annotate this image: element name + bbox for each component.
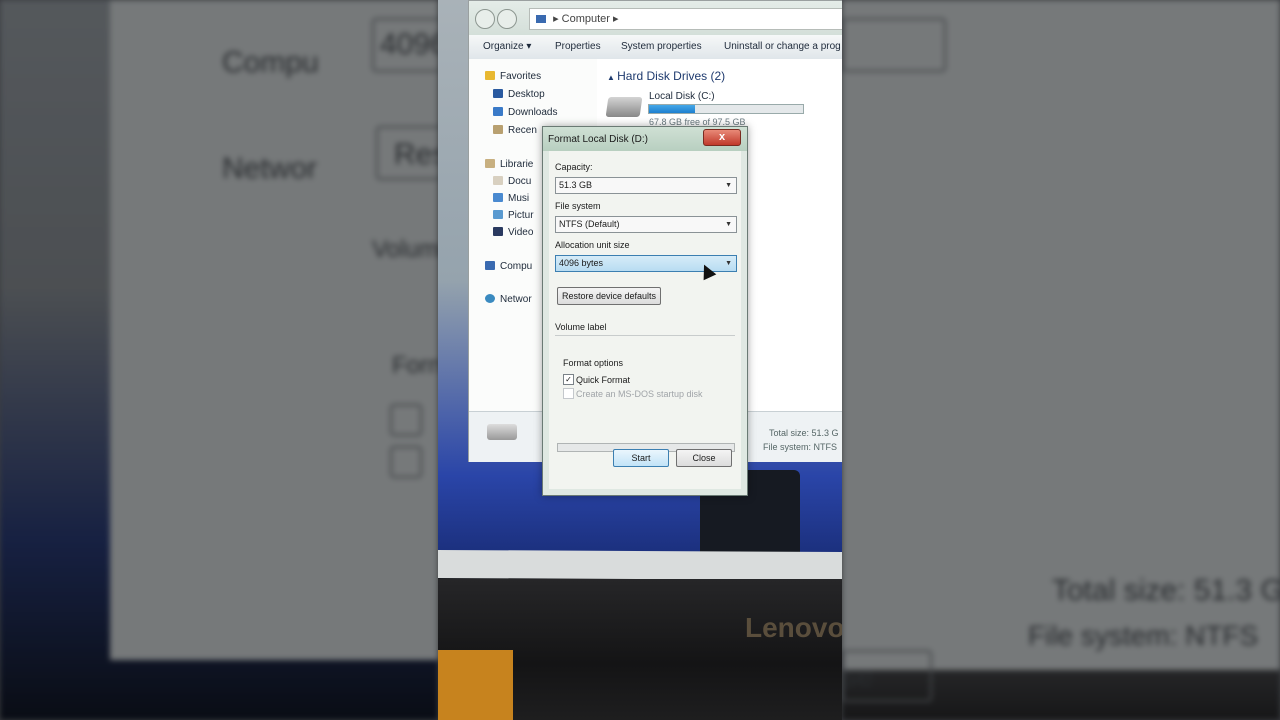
organize-button[interactable]: Organize ▾ <box>483 41 531 52</box>
explorer-toolbar: Organize ▾ Properties System properties … <box>469 35 842 60</box>
breadcrumb-separator: ▸ <box>553 13 562 25</box>
breadcrumb-computer[interactable]: Computer <box>562 13 610 25</box>
msdos-label: Create an MS-DOS startup disk <box>576 389 703 399</box>
volume-label-caption: Volume label <box>555 322 607 332</box>
hard-drive-icon <box>605 97 643 117</box>
dialog-title: Format Local Disk (D:) <box>548 134 649 145</box>
filesystem-label: File system <box>555 201 601 211</box>
dialog-titlebar: Format Local Disk (D:) x <box>543 127 747 151</box>
properties-button[interactable]: Properties <box>555 41 601 52</box>
videos-icon <box>493 227 503 236</box>
bg-shade <box>842 0 1280 720</box>
hard-drive-icon <box>487 424 517 440</box>
filesystem-select[interactable]: NTFS (Default) ▼ <box>555 216 737 233</box>
capacity-value: 51.3 GB <box>559 180 593 190</box>
computer-icon <box>536 15 546 23</box>
filesystem-value: NTFS (Default) <box>559 219 620 229</box>
restore-defaults-button[interactable]: Restore device defaults <box>557 287 661 305</box>
file-system-text: File system: NTFS <box>763 442 838 452</box>
close-button[interactable]: Close <box>676 449 732 467</box>
back-button[interactable] <box>475 9 495 29</box>
sidebar-item-videos[interactable]: Video <box>493 227 533 238</box>
format-options-label: Format options <box>563 358 624 368</box>
chevron-down-icon: ▼ <box>725 260 732 267</box>
screen-bottom-edge <box>438 549 842 581</box>
sidebar-item-music[interactable]: Musi <box>493 193 529 204</box>
sidebar-item-network[interactable]: Networ <box>485 294 532 305</box>
collapse-triangle-icon: ▲ <box>607 73 618 82</box>
sidebar-item-computer[interactable]: Compu <box>485 261 532 272</box>
libraries-icon <box>485 159 495 168</box>
group-header-hard-disk-drives[interactable]: ▲ Hard Disk Drives (2) <box>607 69 725 83</box>
background-left: 4096 Compu Networ Res Volum Form <box>0 0 438 720</box>
sidebar-item-libraries[interactable]: Librarie <box>485 159 533 170</box>
volume-label-input[interactable] <box>555 335 735 336</box>
computer-icon <box>485 261 495 270</box>
address-bar[interactable]: ▸ Computer ▸ <box>529 8 842 30</box>
capacity-select[interactable]: 51.3 GB ▼ <box>555 177 737 194</box>
start-button[interactable]: Start <box>613 449 669 467</box>
recent-places-icon <box>493 125 503 134</box>
music-icon <box>493 193 503 202</box>
forward-button[interactable] <box>497 9 517 29</box>
explorer-titlebar: ▸ Computer ▸ <box>469 1 842 35</box>
downloads-icon <box>493 107 503 116</box>
pictures-icon <box>493 210 503 219</box>
breadcrumb-separator: ▸ <box>613 13 619 25</box>
quick-format-label: Quick Format <box>576 375 631 385</box>
desktop-icon <box>493 89 503 98</box>
msdos-checkbox <box>563 388 574 399</box>
desk-surface <box>438 650 513 720</box>
total-size-text: Total size: 51.3 G <box>769 428 839 438</box>
dialog-body: Capacity: 51.3 GB ▼ File system NTFS (De… <box>549 151 741 489</box>
uninstall-button[interactable]: Uninstall or change a prog <box>724 41 841 52</box>
drive-c-usage-bar <box>648 104 804 114</box>
drive-c-usage-fill <box>649 105 696 113</box>
chevron-down-icon: ▼ <box>725 221 732 228</box>
video-frame: ▸ Computer ▸ Organize ▾ Properties Syste… <box>438 0 842 720</box>
network-icon <box>485 294 495 303</box>
documents-icon <box>493 176 503 185</box>
sidebar-item-desktop[interactable]: Desktop <box>493 89 545 100</box>
laptop-brand-logo: Lenovo <box>745 612 842 643</box>
allocation-value: 4096 bytes <box>559 258 604 268</box>
sidebar-item-documents[interactable]: Docu <box>493 176 531 187</box>
sidebar-item-recent[interactable]: Recen <box>493 125 537 136</box>
drive-c-name[interactable]: Local Disk (C:) <box>649 91 715 102</box>
star-icon <box>485 71 495 80</box>
quick-format-checkbox[interactable]: ✓ <box>563 374 574 385</box>
sidebar-item-pictures[interactable]: Pictur <box>493 210 534 221</box>
sidebar-item-favorites[interactable]: Favorites <box>485 71 541 82</box>
bg-shade <box>0 0 438 720</box>
format-dialog: Format Local Disk (D:) x Capacity: 51.3 … <box>542 126 748 496</box>
chevron-down-icon: ▼ <box>725 182 732 189</box>
system-properties-button[interactable]: System properties <box>621 41 702 52</box>
allocation-label: Allocation unit size <box>555 240 630 250</box>
capacity-label: Capacity: <box>555 162 593 172</box>
sidebar-item-downloads[interactable]: Downloads <box>493 107 557 118</box>
close-icon[interactable]: x <box>703 129 741 146</box>
background-right: Total size: 51.3 GB File system: NTFS se <box>842 0 1280 720</box>
